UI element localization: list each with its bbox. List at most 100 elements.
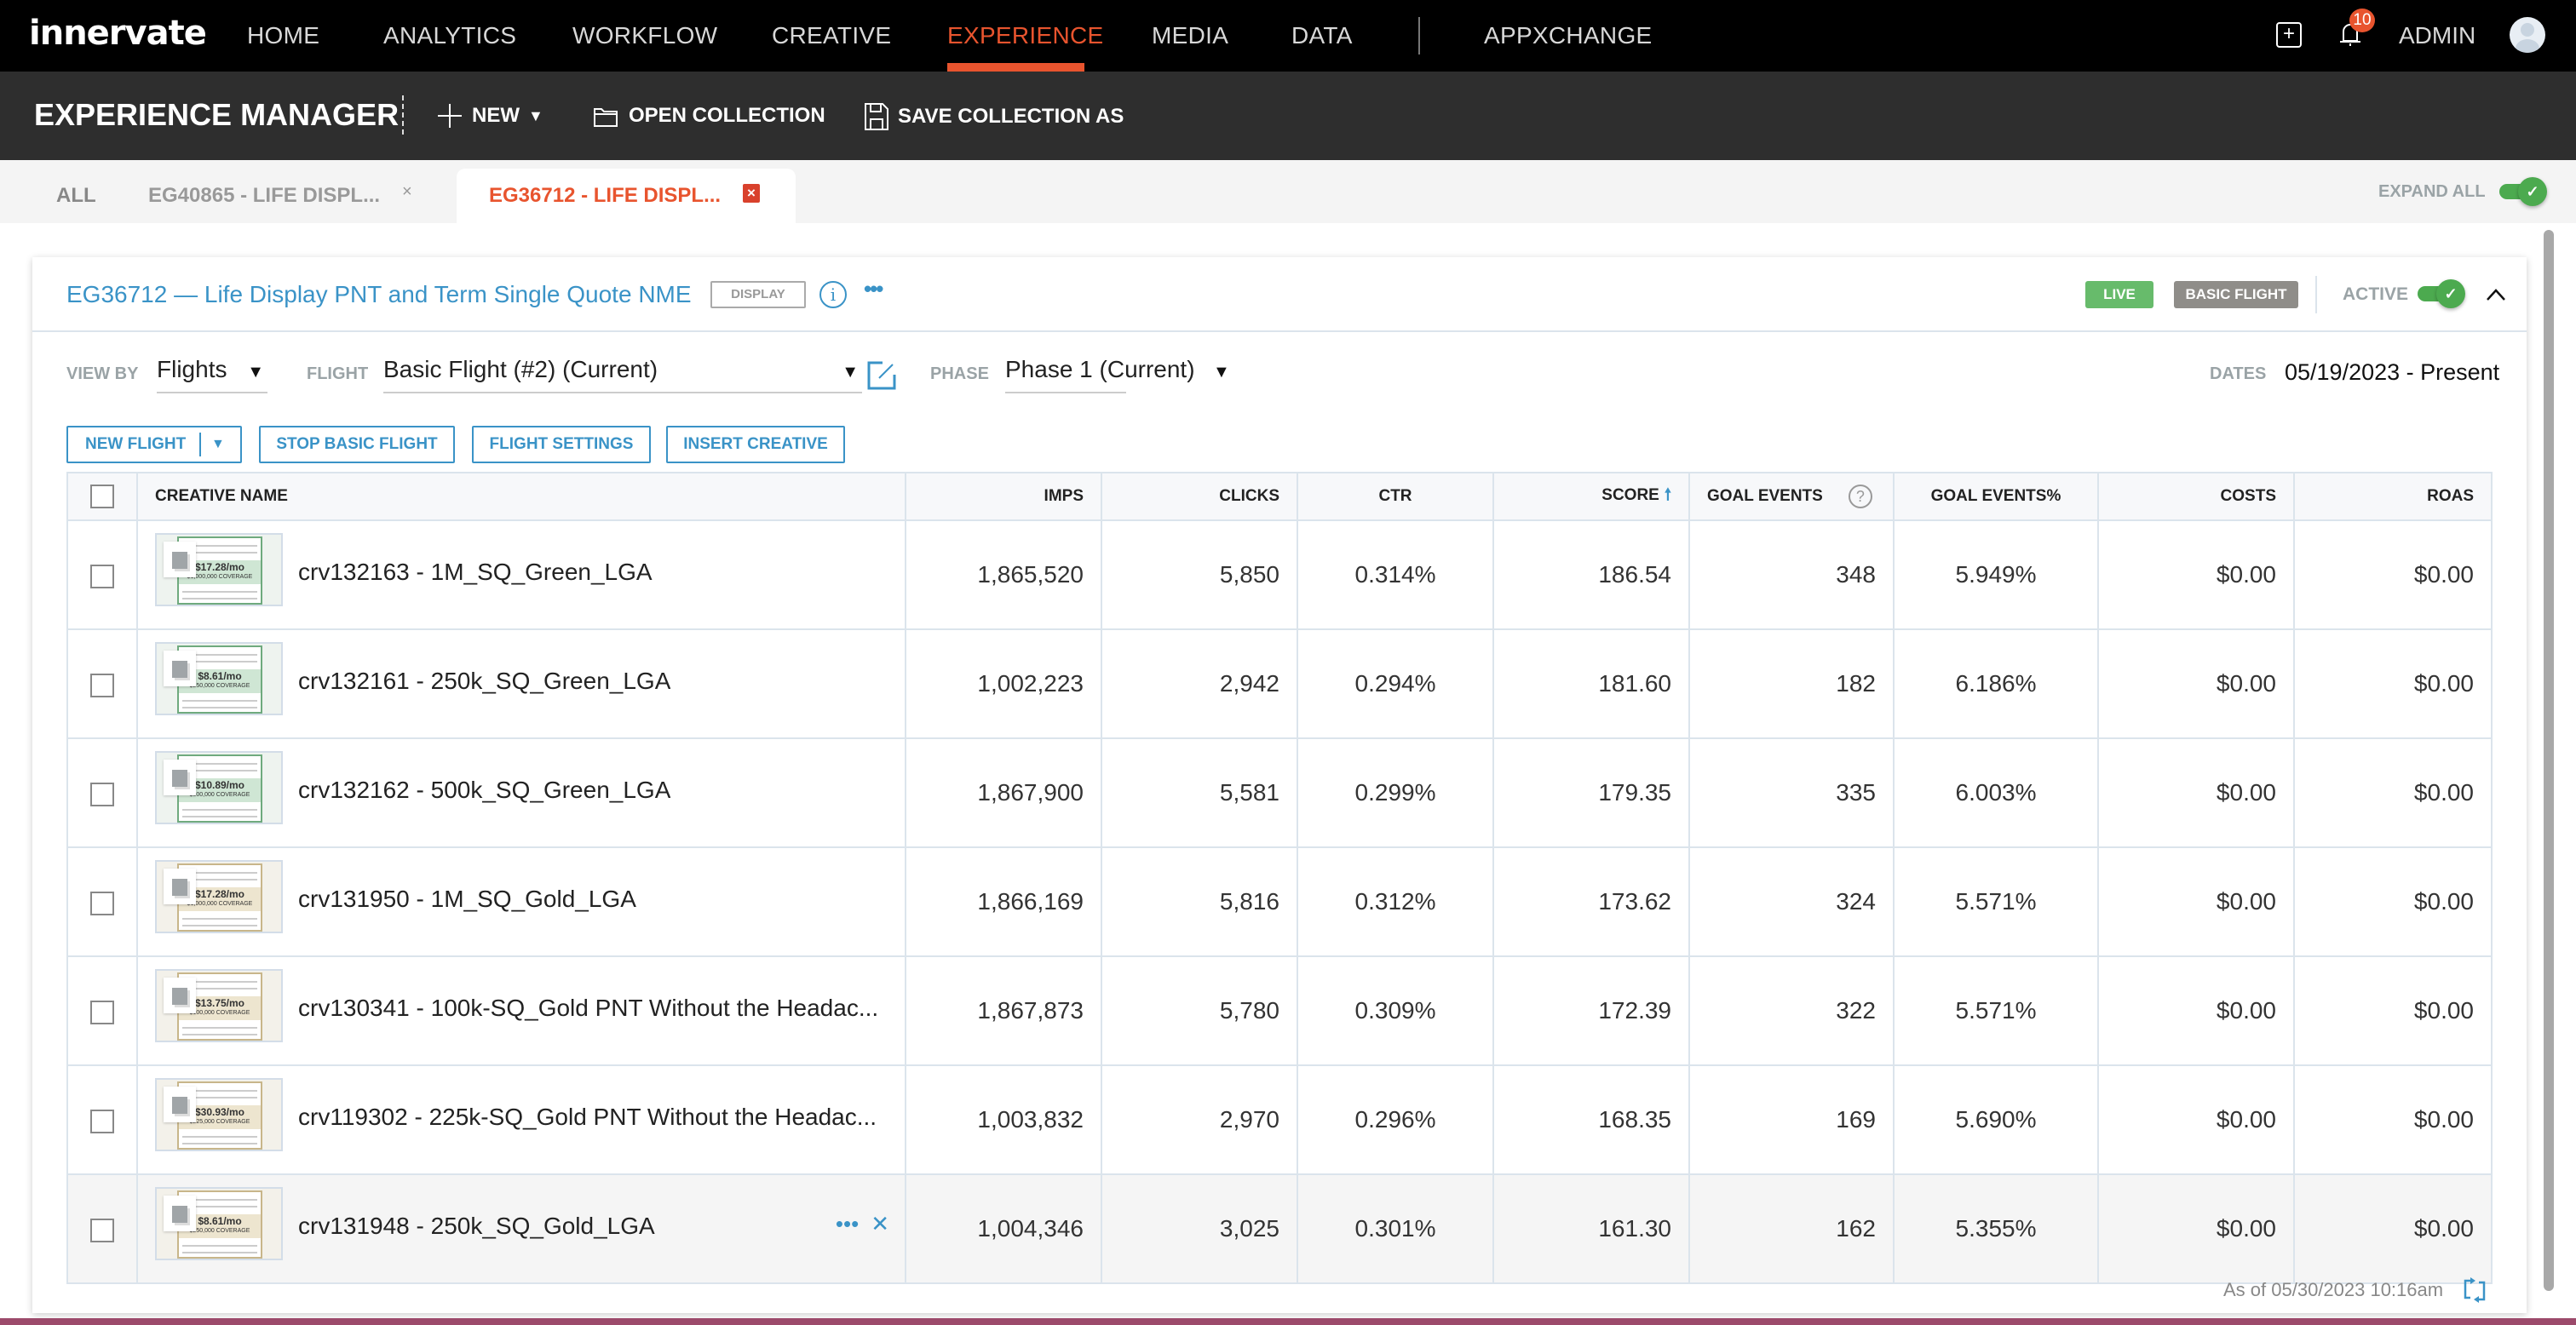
nav-home[interactable]: HOME (247, 22, 319, 49)
close-icon[interactable]: ✕ (871, 1211, 889, 1236)
creative-thumbnail[interactable]: $30.93/mo $225,000 COVERAGE (155, 1078, 283, 1151)
scrollbar[interactable] (2544, 230, 2554, 1291)
tab-eg36712[interactable]: EG36712 - LIFE DISPL... (489, 169, 721, 223)
select-all-checkbox[interactable] (90, 485, 114, 508)
cell-costs: $0.00 (2097, 628, 2295, 739)
nav-analytics[interactable]: ANALYTICS (383, 22, 516, 49)
info-icon[interactable]: i (819, 281, 847, 308)
table-row[interactable]: $17.28/mo $1,000,000 COVERAGE crv131950 -… (66, 846, 2493, 957)
new-flight-button[interactable]: NEW FLIGHT ▼ (66, 426, 242, 463)
cell-goal-events: 324 (1688, 846, 1895, 957)
open-collection-label: OPEN COLLECTION (629, 104, 825, 127)
col-clicks[interactable]: CLICKS (1101, 472, 1298, 521)
creative-thumbnail[interactable]: $17.28/mo $1,000,000 COVERAGE (155, 533, 283, 606)
table-row[interactable]: $13.75/mo $100,000 COVERAGE crv130341 - 1… (66, 955, 2493, 1066)
app-logo[interactable]: innervate (29, 14, 207, 53)
nav-experience[interactable]: EXPERIENCE (947, 22, 1104, 49)
caret-down-icon[interactable]: ▼ (1213, 363, 1230, 382)
experience-title[interactable]: EG36712 — Life Display PNT and Term Sing… (66, 281, 692, 308)
creative-name[interactable]: crv119302 - 225k-SQ_Gold PNT Without the… (298, 1104, 877, 1131)
cell-goal-events: 348 (1688, 519, 1895, 630)
close-tab-icon[interactable]: × (402, 182, 412, 202)
page-title: EXPERIENCE MANAGER (34, 97, 400, 132)
copy-icon (164, 542, 196, 577)
open-collection-button[interactable]: OPEN COLLECTION (593, 102, 825, 129)
expand-all-toggle[interactable]: ✓ (2499, 177, 2547, 206)
creative-thumbnail[interactable]: $8.61/mo $250,000 COVERAGE (155, 642, 283, 715)
chevron-up-icon[interactable] (2486, 281, 2506, 307)
add-icon[interactable]: + (2276, 22, 2302, 48)
col-imps[interactable]: IMPS (905, 472, 1102, 521)
nav-media[interactable]: MEDIA (1152, 22, 1228, 49)
notification-badge: 10 (2349, 9, 2375, 32)
close-active-tab-icon[interactable]: × (743, 184, 760, 203)
tab-all[interactable]: ALL (56, 169, 96, 223)
creative-thumbnail[interactable]: $13.75/mo $100,000 COVERAGE (155, 969, 283, 1042)
creative-name[interactable]: crv132162 - 500k_SQ_Green_LGA (298, 777, 670, 804)
col-goal-events[interactable]: GOAL EVENTS? (1688, 472, 1895, 521)
creative-name-cell: $30.93/mo $225,000 COVERAGE crv119302 - 2… (136, 1064, 906, 1175)
row-checkbox[interactable] (90, 782, 114, 806)
phase-label: PHASE (930, 364, 989, 383)
avatar[interactable] (2510, 17, 2545, 53)
row-checkbox[interactable] (90, 564, 114, 588)
caret-down-icon[interactable]: ▼ (211, 427, 225, 462)
ad-price: $17.28/mo (194, 888, 245, 900)
new-button[interactable]: NEW ▼ (436, 102, 543, 129)
row-checkbox[interactable] (90, 891, 114, 915)
nav-workflow[interactable]: WORKFLOW (572, 22, 717, 49)
creative-name[interactable]: crv131950 - 1M_SQ_Gold_LGA (298, 886, 636, 913)
creative-name[interactable]: crv130341 - 100k-SQ_Gold PNT Without the… (298, 995, 878, 1022)
table-row[interactable]: $8.61/mo $250,000 COVERAGE crv131948 - 25… (66, 1173, 2493, 1284)
save-collection-as-button[interactable]: SAVE COLLECTION AS (864, 102, 1124, 131)
user-menu[interactable]: ADMIN (2399, 22, 2475, 49)
cell-score: 181.60 (1492, 628, 1690, 739)
phase-select[interactable]: Phase 1 (Current) (1005, 356, 1195, 393)
insert-creative-button[interactable]: INSERT CREATIVE (666, 426, 845, 463)
help-icon[interactable]: ? (1848, 485, 1872, 508)
nav-creative[interactable]: CREATIVE (772, 22, 891, 49)
col-score[interactable]: SCORE 🠕 (1492, 472, 1690, 521)
row-checkbox[interactable] (90, 1000, 114, 1024)
col-ctr[interactable]: CTR (1297, 472, 1494, 521)
table-row[interactable]: $10.89/mo $500,000 COVERAGE crv132162 - 5… (66, 737, 2493, 848)
check-icon: ✓ (2436, 279, 2465, 308)
stop-basic-flight-button[interactable]: STOP BASIC FLIGHT (259, 426, 455, 463)
more-options-icon[interactable]: ••• (864, 276, 883, 302)
creative-name[interactable]: crv132161 - 250k_SQ_Green_LGA (298, 668, 670, 695)
flight-select[interactable]: Basic Flight (#2) (Current) ▼ (383, 356, 862, 393)
tab-eg40865[interactable]: EG40865 - LIFE DISPL... (148, 169, 380, 223)
external-link-icon[interactable] (867, 361, 896, 394)
col-creative-name[interactable]: CREATIVE NAME (136, 472, 906, 521)
flight-settings-button[interactable]: FLIGHT SETTINGS (472, 426, 651, 463)
active-label: ACTIVE (2343, 284, 2409, 304)
col-costs[interactable]: COSTS (2097, 472, 2295, 521)
creative-thumbnail[interactable]: $17.28/mo $1,000,000 COVERAGE (155, 860, 283, 933)
cell-costs: $0.00 (2097, 1064, 2295, 1175)
col-goal-events-pct[interactable]: GOAL EVENTS% (1893, 472, 2099, 521)
cell-roas: $0.00 (2293, 846, 2493, 957)
refresh-icon[interactable] (2462, 1277, 2487, 1307)
creative-thumbnail[interactable]: $8.61/mo $250,000 COVERAGE (155, 1187, 283, 1260)
row-select-cell (66, 519, 138, 630)
view-by-select[interactable]: Flights ▼ (157, 356, 267, 393)
table-row[interactable]: $17.28/mo $1,000,000 COVERAGE crv132163 -… (66, 519, 2493, 630)
nav-data[interactable]: DATA (1291, 22, 1353, 49)
col-roas[interactable]: ROAS (2293, 472, 2493, 521)
creative-name[interactable]: crv132163 - 1M_SQ_Green_LGA (298, 559, 653, 586)
row-checkbox[interactable] (90, 1109, 114, 1133)
creative-name[interactable]: crv131948 - 250k_SQ_Gold_LGA (298, 1213, 655, 1240)
table-row[interactable]: $8.61/mo $250,000 COVERAGE crv132161 - 25… (66, 628, 2493, 739)
more-options-icon[interactable]: ••• (836, 1211, 859, 1236)
header-divider (2315, 276, 2317, 313)
bottom-border (0, 1318, 2576, 1325)
dates-value: 05/19/2023 - Present (2285, 359, 2500, 385)
table-row[interactable]: $30.93/mo $225,000 COVERAGE crv119302 - 2… (66, 1064, 2493, 1175)
cell-ctr: 0.312% (1297, 846, 1494, 957)
cell-score: 173.62 (1492, 846, 1690, 957)
row-checkbox[interactable] (90, 673, 114, 697)
creative-thumbnail[interactable]: $10.89/mo $500,000 COVERAGE (155, 751, 283, 824)
row-checkbox[interactable] (90, 1218, 114, 1242)
active-toggle[interactable]: ✓ (2418, 279, 2465, 308)
nav-appxchange[interactable]: APPXCHANGE (1484, 22, 1653, 49)
